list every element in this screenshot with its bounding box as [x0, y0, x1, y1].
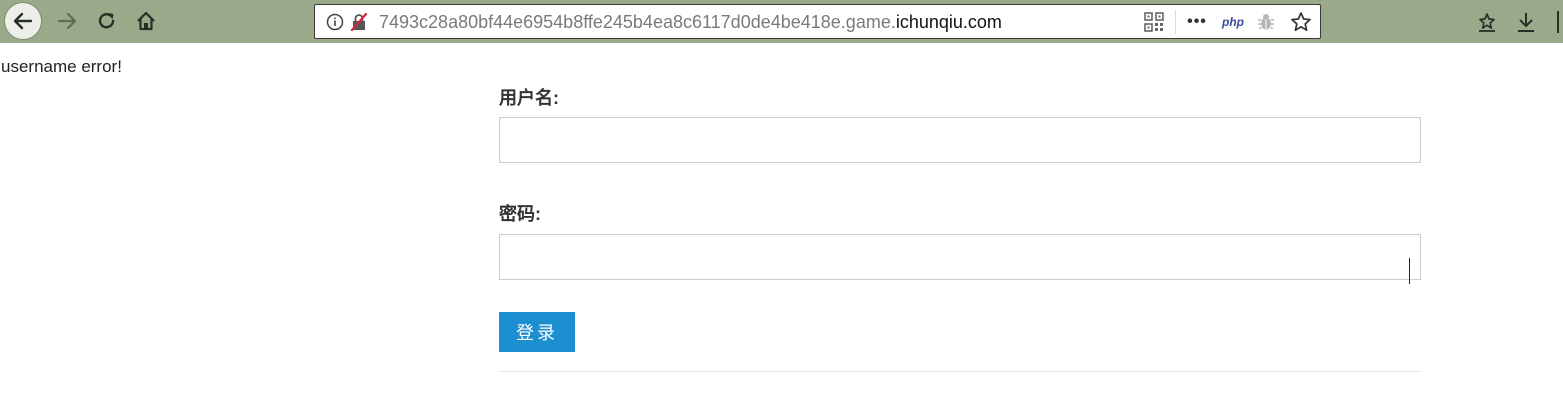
error-message: username error!	[1, 57, 122, 76]
username-input[interactable]	[499, 117, 1421, 163]
username-label: 用户名:	[499, 88, 559, 108]
form-divider	[499, 371, 1421, 372]
url-domain: ichunqiu.com	[895, 12, 1002, 32]
reading-list-icon[interactable]	[1473, 8, 1501, 36]
arrow-right-icon	[57, 12, 77, 30]
address-bar-separator	[1175, 10, 1176, 34]
reload-icon	[98, 13, 115, 29]
home-icon	[137, 11, 155, 31]
url-prefix: 7493c28a80bf44e6954b8ffe245b4ea8c6117d0d…	[379, 12, 896, 32]
php-extension-icon[interactable]: php	[1219, 11, 1247, 33]
info-icon[interactable]	[325, 12, 345, 32]
reload-button[interactable]	[92, 6, 122, 36]
bookmark-star-icon[interactable]	[1289, 10, 1313, 34]
browser-toolbar: 7493c28a80bf44e6954b8ffe245b4ea8c6117d0d…	[0, 0, 1563, 43]
password-label: 密码:	[499, 204, 541, 224]
insecure-lock-icon[interactable]	[349, 12, 369, 32]
bug-icon[interactable]	[1255, 11, 1277, 33]
arrow-left-icon	[13, 12, 33, 30]
download-icon[interactable]	[1512, 8, 1540, 36]
url-text[interactable]: 7493c28a80bf44e6954b8ffe245b4ea8c6117d0d…	[379, 12, 1002, 32]
forward-button[interactable]	[52, 6, 82, 36]
home-button[interactable]	[131, 6, 161, 36]
library-icon[interactable]	[1553, 8, 1563, 36]
page-actions-more-icon[interactable]: •••	[1183, 11, 1211, 33]
password-input[interactable]	[499, 234, 1421, 280]
address-bar[interactable]: 7493c28a80bf44e6954b8ffe245b4ea8c6117d0d…	[314, 4, 1321, 39]
qr-code-icon[interactable]	[1143, 11, 1165, 33]
text-cursor	[1409, 258, 1410, 284]
back-button[interactable]	[4, 2, 42, 40]
login-button[interactable]: 登录	[499, 312, 575, 352]
